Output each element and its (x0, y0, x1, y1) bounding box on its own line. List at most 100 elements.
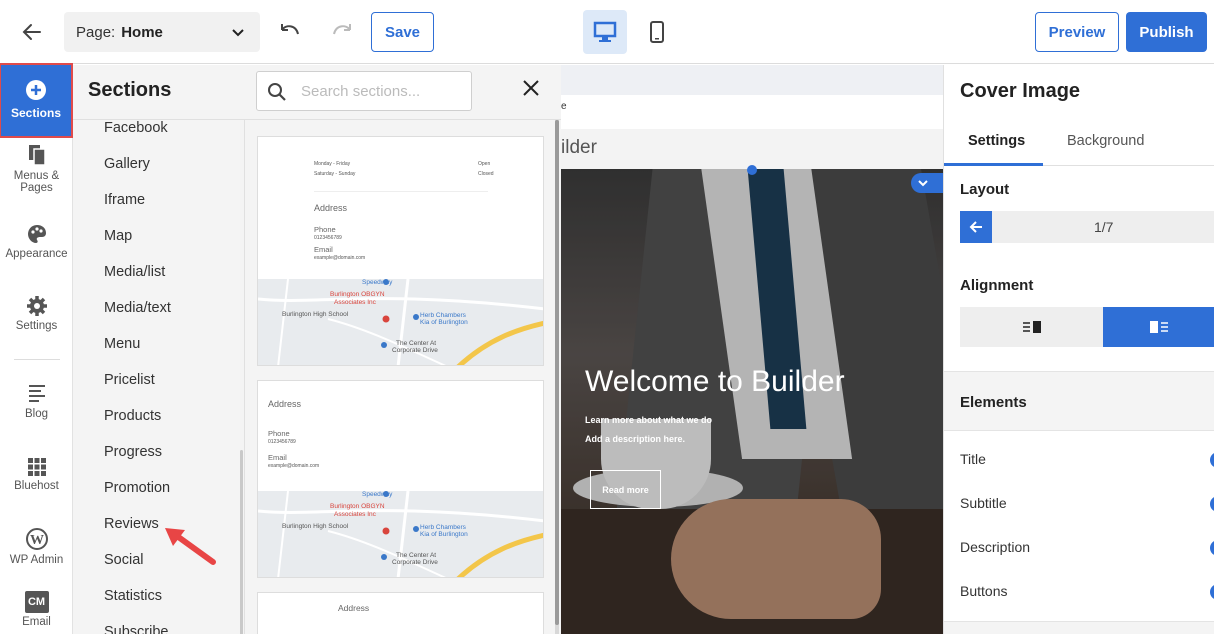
thumb-hours-value: Closed (478, 171, 494, 177)
rail-item-appearance[interactable]: Appearance (0, 223, 73, 260)
chevron-down-icon (918, 180, 928, 187)
close-sections-button[interactable] (522, 79, 540, 102)
section-item-pricelist[interactable]: Pricelist (104, 372, 155, 388)
grid-icon (27, 458, 46, 476)
map-label: The Center At (396, 552, 437, 559)
preview-scrollbar-thumb[interactable] (555, 120, 559, 625)
hero-description[interactable]: Add a description here. (585, 434, 685, 444)
left-rail: Sections Menus & Pages Appearance Settin… (0, 63, 73, 634)
active-tab-indicator (944, 163, 1043, 166)
buttons-toggle[interactable] (1210, 584, 1214, 600)
section-edit-badge[interactable] (911, 173, 943, 193)
map-label: Associates Inc (334, 511, 376, 518)
element-item-subtitle: Subtitle (960, 495, 1007, 511)
section-list: Facebook Gallery Iframe Map Media/list M… (73, 119, 245, 634)
hero-overlay (561, 169, 943, 634)
section-item-subscribe[interactable]: Subscribe (104, 624, 168, 634)
section-item-social[interactable]: Social (104, 552, 144, 568)
editor-canvas: e ilder Welcome to Builder Learn more ab… (561, 65, 943, 634)
plus-circle-icon (26, 80, 46, 100)
undo-icon (281, 24, 299, 35)
pointer-arrow-icon (165, 528, 216, 565)
page-select[interactable]: Page: Home (64, 12, 260, 52)
thumb-address: Address (338, 603, 370, 613)
undo-button[interactable] (278, 20, 302, 49)
search-box[interactable] (256, 71, 472, 111)
section-item-progress[interactable]: Progress (104, 444, 162, 460)
desktop-view-button[interactable] (583, 10, 627, 54)
mobile-view-button[interactable] (640, 10, 674, 54)
section-thumbnail[interactable]: Monday - Friday Open Saturday - Sunday C… (257, 136, 544, 366)
cover-image-section[interactable]: Welcome to Builder Learn more about what… (561, 169, 943, 634)
read-more-button[interactable]: Read more (590, 470, 661, 509)
canvas-header-text: ilder (561, 137, 597, 158)
section-thumbnail[interactable]: Address (257, 592, 544, 634)
rail-item-blog[interactable]: Blog (0, 383, 73, 420)
thumb-address: Address (314, 203, 348, 213)
section-item-media-text[interactable]: Media/text (104, 300, 171, 316)
rail-item-wp-admin[interactable]: W WP Admin (0, 527, 73, 566)
section-thumbnail[interactable]: Address Phone 0123456789 Email example@d… (257, 380, 544, 578)
properties-panel: Cover Image Settings Background Layout 1… (943, 65, 1214, 634)
rail-item-email[interactable]: CM Email (0, 591, 73, 628)
tab-background[interactable]: Background (1067, 133, 1144, 149)
section-item-promotion[interactable]: Promotion (104, 480, 170, 496)
svg-text:W: W (30, 533, 44, 548)
tab-settings[interactable]: Settings (968, 133, 1025, 149)
back-arrow-icon (22, 24, 41, 40)
publish-button[interactable]: Publish (1126, 12, 1207, 52)
section-item-media-list[interactable]: Media/list (104, 264, 165, 280)
map-label: Corporate Drive (392, 347, 438, 354)
cm-icon: CM (24, 591, 49, 613)
section-list-scrollbar[interactable] (240, 450, 243, 634)
element-item-buttons: Buttons (960, 583, 1008, 599)
description-toggle[interactable] (1210, 540, 1214, 556)
title-toggle[interactable] (1210, 452, 1214, 468)
rail-item-label: WP Admin (9, 554, 64, 566)
redo-button[interactable] (330, 20, 354, 49)
save-button[interactable]: Save (371, 12, 434, 52)
thumb-email-value: example@domain.com (314, 255, 366, 261)
arrow-left-icon (969, 221, 982, 233)
search-input[interactable] (301, 80, 461, 102)
close-icon (523, 80, 539, 96)
palette-icon (27, 225, 46, 243)
add-section-dot[interactable] (747, 165, 757, 175)
section-item-gallery[interactable]: Gallery (104, 156, 150, 172)
section-item-map[interactable]: Map (104, 228, 132, 244)
elements-header[interactable]: Elements (944, 371, 1214, 431)
map-label: Associates Inc (334, 299, 376, 306)
section-item-facebook[interactable]: Facebook (104, 120, 168, 136)
section-item-iframe[interactable]: Iframe (104, 192, 145, 208)
align-right-button[interactable] (1103, 307, 1214, 347)
hero-title[interactable]: Welcome to Builder (585, 365, 845, 399)
map-label: Kia of Burlington (420, 531, 468, 538)
align-right-icon (1150, 321, 1168, 333)
preview-button[interactable]: Preview (1035, 12, 1119, 52)
align-left-button[interactable] (960, 307, 1103, 347)
map-label: Herb Chambers (420, 312, 466, 319)
rail-item-bluehost[interactable]: Bluehost (0, 457, 73, 492)
sections-title: Sections (88, 79, 172, 101)
rail-item-sections[interactable]: Sections (0, 63, 73, 138)
section-item-menu[interactable]: Menu (104, 336, 140, 352)
section-item-statistics[interactable]: Statistics (104, 588, 162, 604)
panel-title: Cover Image (960, 80, 1081, 102)
gear-icon (26, 296, 47, 316)
hero-subtitle[interactable]: Learn more about what we do (585, 415, 712, 425)
section-item-reviews[interactable]: Reviews (104, 516, 159, 532)
mobile-icon (650, 21, 664, 43)
map-label: Speedway (362, 491, 393, 498)
layout-label: Layout (960, 181, 1010, 198)
page-select-value: Home (121, 23, 163, 41)
layout-prev-button[interactable] (960, 211, 992, 243)
section-item-products[interactable]: Products (104, 408, 161, 424)
subtitle-toggle[interactable] (1210, 496, 1214, 512)
preview-scrollbar[interactable] (555, 120, 559, 634)
rail-item-label: Bluehost (14, 480, 59, 492)
back-button[interactable] (18, 18, 46, 46)
map-label: Burlington High School (282, 311, 349, 318)
rail-item-settings[interactable]: Settings (0, 295, 73, 332)
rail-item-menus-pages[interactable]: Menus & Pages (0, 143, 73, 194)
thumb-email-value: example@domain.com (268, 463, 320, 469)
